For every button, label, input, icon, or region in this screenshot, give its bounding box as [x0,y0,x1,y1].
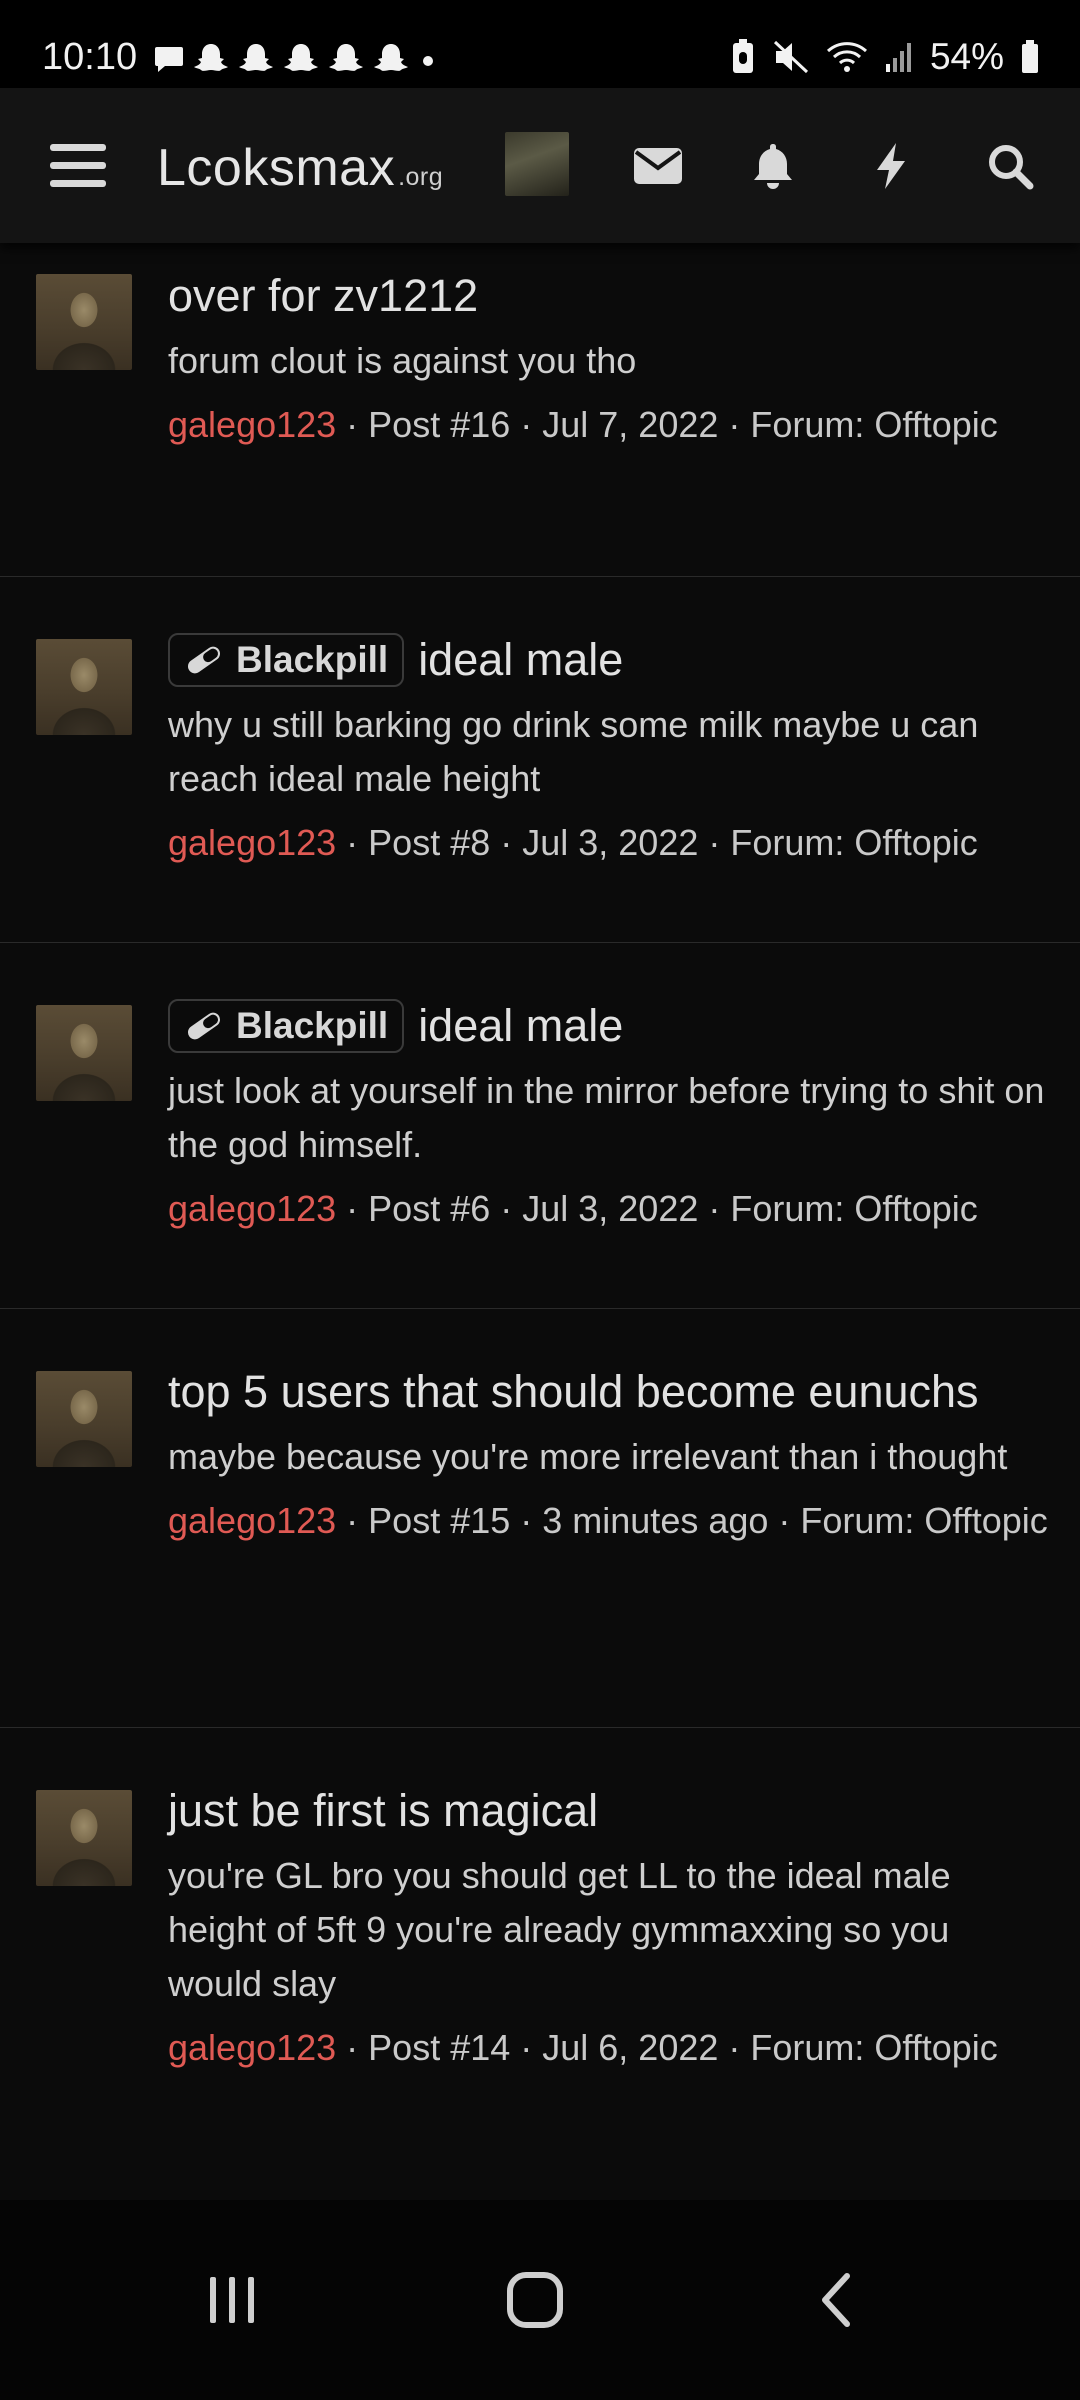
back-button[interactable] [737,2200,937,2400]
result-meta: galego123 · Post #16 · Jul 7, 2022 · For… [168,398,1050,452]
result-item[interactable]: over for zv1212 forum clout is against y… [0,243,1080,578]
result-item[interactable]: Blackpill ideal male just look at yourse… [0,943,1080,1310]
result-title-row: just be first is magical [168,1783,1050,1839]
author-link[interactable]: galego123 [168,822,336,863]
result-title-row: over for zv1212 [168,268,1050,324]
author-link[interactable]: galego123 [168,1500,336,1541]
logo-text: Lcoksmax [157,139,396,197]
logo-suffix: .org [398,163,444,191]
message-icon [155,47,183,72]
account-avatar[interactable] [505,132,569,196]
alerts-button[interactable] [733,88,813,243]
battery-percent: 54% [929,36,1004,77]
result-title[interactable]: just be first is magical [168,1783,598,1839]
result-snippet: forum clout is against you tho [168,340,637,381]
result-snippet: maybe because you're more irrelevant tha… [168,1436,1008,1477]
wifi-icon [826,42,867,72]
back-icon [822,2273,850,2327]
result-title-row: Blackpill ideal male [168,632,1050,688]
meta-details: · Post #8 · Jul 3, 2022 · Forum: Offtopi… [336,822,978,863]
status-time: 10:10 [42,36,138,78]
result-title[interactable]: ideal male [418,632,623,688]
meta-details: · Post #14 · Jul 6, 2022 · Forum: Offtop… [336,2027,998,2068]
notification-icons [154,42,438,76]
result-title[interactable]: over for zv1212 [168,268,478,324]
result-snippet: why u still barking go drink some milk m… [168,704,979,799]
search-icon [989,144,1034,189]
result-item[interactable]: top 5 users that should become eunuchs m… [0,1309,1080,1729]
whats-new-button[interactable] [851,88,931,243]
result-snippet: just look at yourself in the mirror befo… [168,1070,1045,1165]
system-nav-bar [0,2200,1080,2400]
bolt-icon [877,142,905,189]
pill-icon [187,1012,221,1040]
user-avatar[interactable] [36,639,132,735]
pill-icon [187,646,221,674]
snapchat-icon [374,44,408,71]
user-avatar[interactable] [36,1005,132,1101]
envelope-icon [634,147,682,184]
result-title[interactable]: top 5 users that should become eunuchs [168,1364,979,1420]
site-logo[interactable]: Lcoksmax .org [157,138,443,198]
result-meta: galego123 · Post #6 · Jul 3, 2022 · Foru… [168,1182,1050,1236]
prefix-badge[interactable]: Blackpill [168,999,405,1053]
status-right: 54% [730,36,1040,78]
bell-icon [754,143,792,189]
recents-icon [210,2277,254,2323]
user-avatar[interactable] [36,1790,132,1886]
author-link[interactable]: galego123 [168,1188,336,1229]
recents-button[interactable] [132,2200,332,2400]
mute-icon [773,40,808,74]
author-link[interactable]: galego123 [168,2027,336,2068]
menu-icon [50,143,106,187]
result-item[interactable]: just be first is magical you're GL bro y… [0,1728,1080,2200]
app-header: Lcoksmax .org [0,88,1080,243]
result-meta: galego123 · Post #8 · Jul 3, 2022 · Foru… [168,816,1050,870]
home-button[interactable] [435,2200,635,2400]
menu-button[interactable] [36,88,120,243]
snapchat-icon [239,44,273,71]
result-item[interactable]: Blackpill ideal male why u still barking… [0,577,1080,944]
dot-icon [423,56,433,66]
user-avatar[interactable] [36,274,132,370]
prefix-label: Blackpill [236,1005,389,1046]
prefix-badge[interactable]: Blackpill [168,633,405,687]
search-button[interactable] [968,88,1052,243]
meta-details: · Post #15 · 3 minutes ago · Forum: Offt… [336,1500,1048,1541]
snapchat-icon [194,44,228,71]
meta-details: · Post #16 · Jul 7, 2022 · Forum: Offtop… [336,404,998,445]
inbox-button[interactable] [618,88,698,243]
snapchat-icon [329,44,363,71]
result-snippet: you're GL bro you should get LL to the i… [168,1855,951,2004]
signal-icon [885,43,911,72]
prefix-label: Blackpill [236,639,389,680]
home-icon [507,2272,563,2328]
result-title-row: Blackpill ideal male [168,998,1050,1054]
snapchat-icon [284,44,318,71]
search-results: over for zv1212 forum clout is against y… [0,243,1080,2200]
meta-details: · Post #6 · Jul 3, 2022 · Forum: Offtopi… [336,1188,978,1229]
status-bar: 10:10 54% [0,0,1080,88]
result-title[interactable]: ideal male [418,998,623,1054]
user-avatar[interactable] [36,1371,132,1467]
battery-saver-icon [732,39,753,73]
result-meta: galego123 · Post #14 · Jul 6, 2022 · For… [168,2021,1050,2075]
result-meta: galego123 · Post #15 · 3 minutes ago · F… [168,1494,1050,1548]
result-title-row: top 5 users that should become eunuchs [168,1364,1050,1420]
author-link[interactable]: galego123 [168,404,336,445]
battery-icon [1022,40,1038,73]
